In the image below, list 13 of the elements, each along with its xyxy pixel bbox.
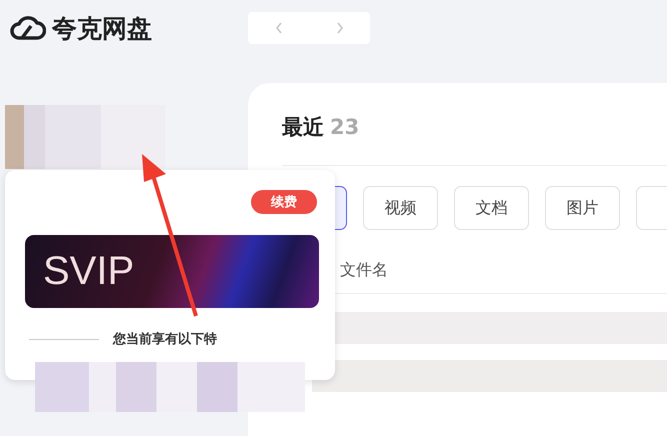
- benefits-heading: 您当前享有以下特: [113, 330, 217, 348]
- column-header: 文件名: [340, 260, 388, 279]
- forward-icon[interactable]: [334, 21, 344, 35]
- filter-tab[interactable]: 视频: [363, 186, 438, 230]
- back-icon[interactable]: [274, 21, 284, 35]
- section-title: 最近: [282, 114, 324, 141]
- filter-tab[interactable]: 图片: [545, 186, 620, 230]
- app-title: 夸克网盘: [52, 12, 152, 44]
- banner-text: SVIP: [43, 249, 134, 294]
- file-count: 23: [330, 115, 360, 139]
- renew-button[interactable]: 续费: [251, 190, 317, 214]
- filter-tab[interactable]: 文档: [454, 186, 529, 230]
- cloud-logo-icon: [10, 14, 46, 42]
